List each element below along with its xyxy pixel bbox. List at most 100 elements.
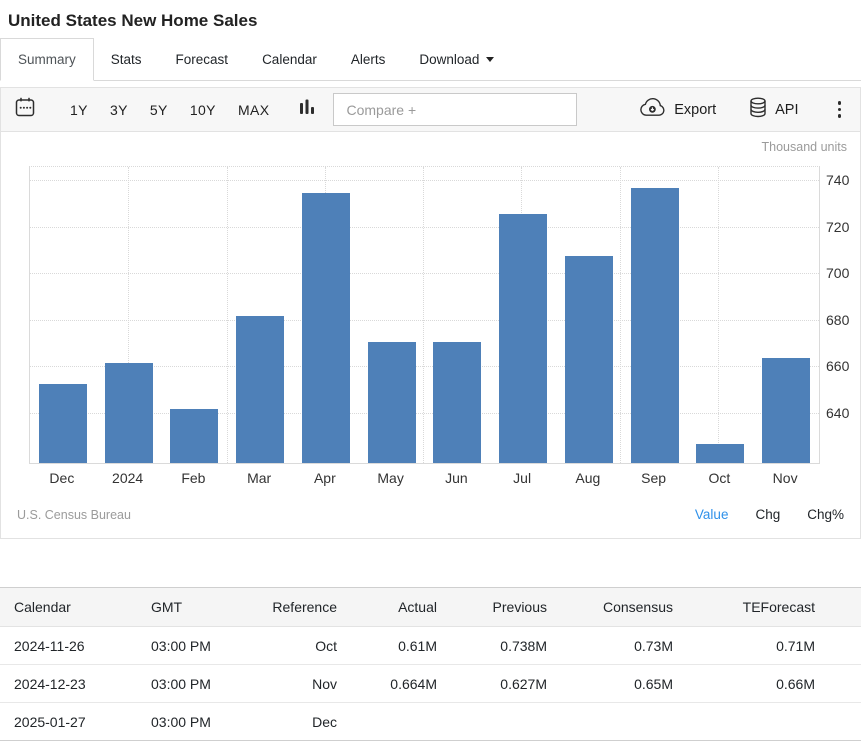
range-5y[interactable]: 5Y	[146, 100, 172, 120]
table-cell: 0.664M	[338, 665, 438, 703]
table-body: 2024-11-2603:00 PMOct0.61M0.738M0.73M0.7…	[0, 627, 861, 741]
x-tick-label: May	[358, 470, 424, 486]
y-tick-label: 720	[826, 220, 849, 234]
y-tick-label: 680	[826, 313, 849, 327]
col-header-actual: Actual	[338, 588, 438, 627]
bar-slot	[359, 167, 425, 463]
tab-forecast[interactable]: Forecast	[159, 38, 246, 80]
range-1y[interactable]: 1Y	[66, 100, 92, 120]
api-label: API	[775, 102, 798, 118]
table-cell: 0.73M	[548, 627, 674, 665]
chart-footer: U.S. Census Bureau Value Chg Chg%	[1, 507, 860, 522]
bar-slot	[293, 167, 359, 463]
bar-sep[interactable]	[631, 188, 679, 463]
source-label: U.S. Census Bureau	[17, 508, 131, 522]
tab-alerts[interactable]: Alerts	[334, 38, 403, 80]
x-tick-label: Feb	[161, 470, 227, 486]
x-tick-label: Nov	[752, 470, 818, 486]
y-tick-label: 700	[826, 266, 849, 280]
calendar-table: CalendarGMTReferenceActualPreviousConsen…	[0, 587, 861, 741]
bar-apr[interactable]	[302, 193, 350, 463]
table-cell: 0.66M	[674, 665, 861, 703]
series-mode-chgpct[interactable]: Chg%	[807, 507, 844, 522]
x-tick-label: Jul	[489, 470, 555, 486]
range-3y[interactable]: 3Y	[106, 100, 132, 120]
table-cell: 03:00 PM	[150, 627, 270, 665]
tab-download[interactable]: Download	[402, 38, 511, 80]
table-cell: 0.738M	[438, 627, 548, 665]
tab-label: Summary	[18, 52, 76, 67]
bar-may[interactable]	[368, 342, 416, 463]
table-row: 2025-01-2703:00 PMDec	[0, 703, 861, 741]
bar-jul[interactable]	[499, 214, 547, 463]
bar-dec[interactable]	[39, 384, 87, 463]
more-options-button[interactable]	[832, 99, 848, 120]
api-button[interactable]: API	[749, 97, 798, 122]
chevron-down-icon	[486, 57, 494, 62]
chart-toolbar: 1Y 3Y 5Y 10Y MAX Export API	[0, 87, 861, 132]
range-buttons: 1Y 3Y 5Y 10Y MAX	[66, 100, 287, 120]
bar-slot	[688, 167, 754, 463]
tab-bar: Summary Stats Forecast Calendar Alerts Downlo…	[0, 38, 861, 81]
table-cell: 03:00 PM	[150, 665, 270, 703]
chart: Thousand units 640660680700720740 Dec202…	[0, 132, 861, 539]
table-cell: 0.61M	[338, 627, 438, 665]
y-axis: 640660680700720740	[826, 166, 860, 462]
col-header-teforecast: TEForecast	[674, 588, 861, 627]
table-cell: Dec	[270, 703, 338, 741]
y-tick-label: 740	[826, 173, 849, 187]
bar-jun[interactable]	[433, 342, 481, 463]
axis-unit-label: Thousand units	[762, 140, 847, 154]
tab-calendar[interactable]: Calendar	[245, 38, 334, 80]
x-tick-label: 2024	[95, 470, 161, 486]
bar-slot	[425, 167, 491, 463]
table-cell	[438, 703, 548, 741]
export-button[interactable]: Export	[639, 98, 716, 121]
bar-slot	[227, 167, 293, 463]
table-cell: 2024-11-26	[0, 627, 150, 665]
bar-chart-icon	[299, 98, 315, 121]
bar-aug[interactable]	[565, 256, 613, 463]
x-tick-label: Apr	[292, 470, 358, 486]
bar-2024[interactable]	[105, 363, 153, 463]
compare-input[interactable]	[333, 93, 577, 126]
table-cell	[338, 703, 438, 741]
bar-slot	[162, 167, 228, 463]
export-label: Export	[674, 102, 716, 118]
table-cell: 0.65M	[548, 665, 674, 703]
table-header-row: CalendarGMTReferenceActualPreviousConsen…	[0, 588, 861, 627]
bar-nov[interactable]	[762, 358, 810, 463]
bar-oct[interactable]	[696, 444, 744, 463]
table-cell: 03:00 PM	[150, 703, 270, 741]
range-10y[interactable]: 10Y	[186, 100, 220, 120]
tab-label: Alerts	[351, 52, 386, 67]
bar-slot	[622, 167, 688, 463]
bar-row	[30, 167, 819, 463]
x-tick-label: Aug	[555, 470, 621, 486]
col-header-previous: Previous	[438, 588, 548, 627]
calendar-table-section: CalendarGMTReferenceActualPreviousConsen…	[0, 587, 861, 741]
tab-summary[interactable]: Summary	[0, 38, 94, 81]
bar-feb[interactable]	[170, 409, 218, 463]
col-header-gmt: GMT	[150, 588, 270, 627]
bar-slot	[753, 167, 819, 463]
table-cell: Oct	[270, 627, 338, 665]
tab-stats[interactable]: Stats	[94, 38, 159, 80]
bar-mar[interactable]	[236, 316, 284, 463]
date-range-button[interactable]	[14, 96, 36, 123]
x-tick-label: Dec	[29, 470, 95, 486]
x-axis: Dec2024FebMarAprMayJunJulAugSepOctNov	[29, 470, 818, 486]
col-header-consensus: Consensus	[548, 588, 674, 627]
table-cell: 2025-01-27	[0, 703, 150, 741]
table-cell: Nov	[270, 665, 338, 703]
toolbar-right-group: Export API	[639, 97, 847, 122]
col-header-reference: Reference	[270, 588, 338, 627]
plot-area	[29, 166, 820, 464]
cloud-download-icon	[639, 98, 666, 121]
chart-type-button[interactable]	[299, 98, 315, 121]
series-mode-value[interactable]: Value	[695, 507, 729, 522]
series-mode-chg[interactable]: Chg	[755, 507, 780, 522]
range-max[interactable]: MAX	[234, 100, 274, 120]
tab-label: Forecast	[176, 52, 229, 67]
database-icon	[749, 97, 767, 122]
